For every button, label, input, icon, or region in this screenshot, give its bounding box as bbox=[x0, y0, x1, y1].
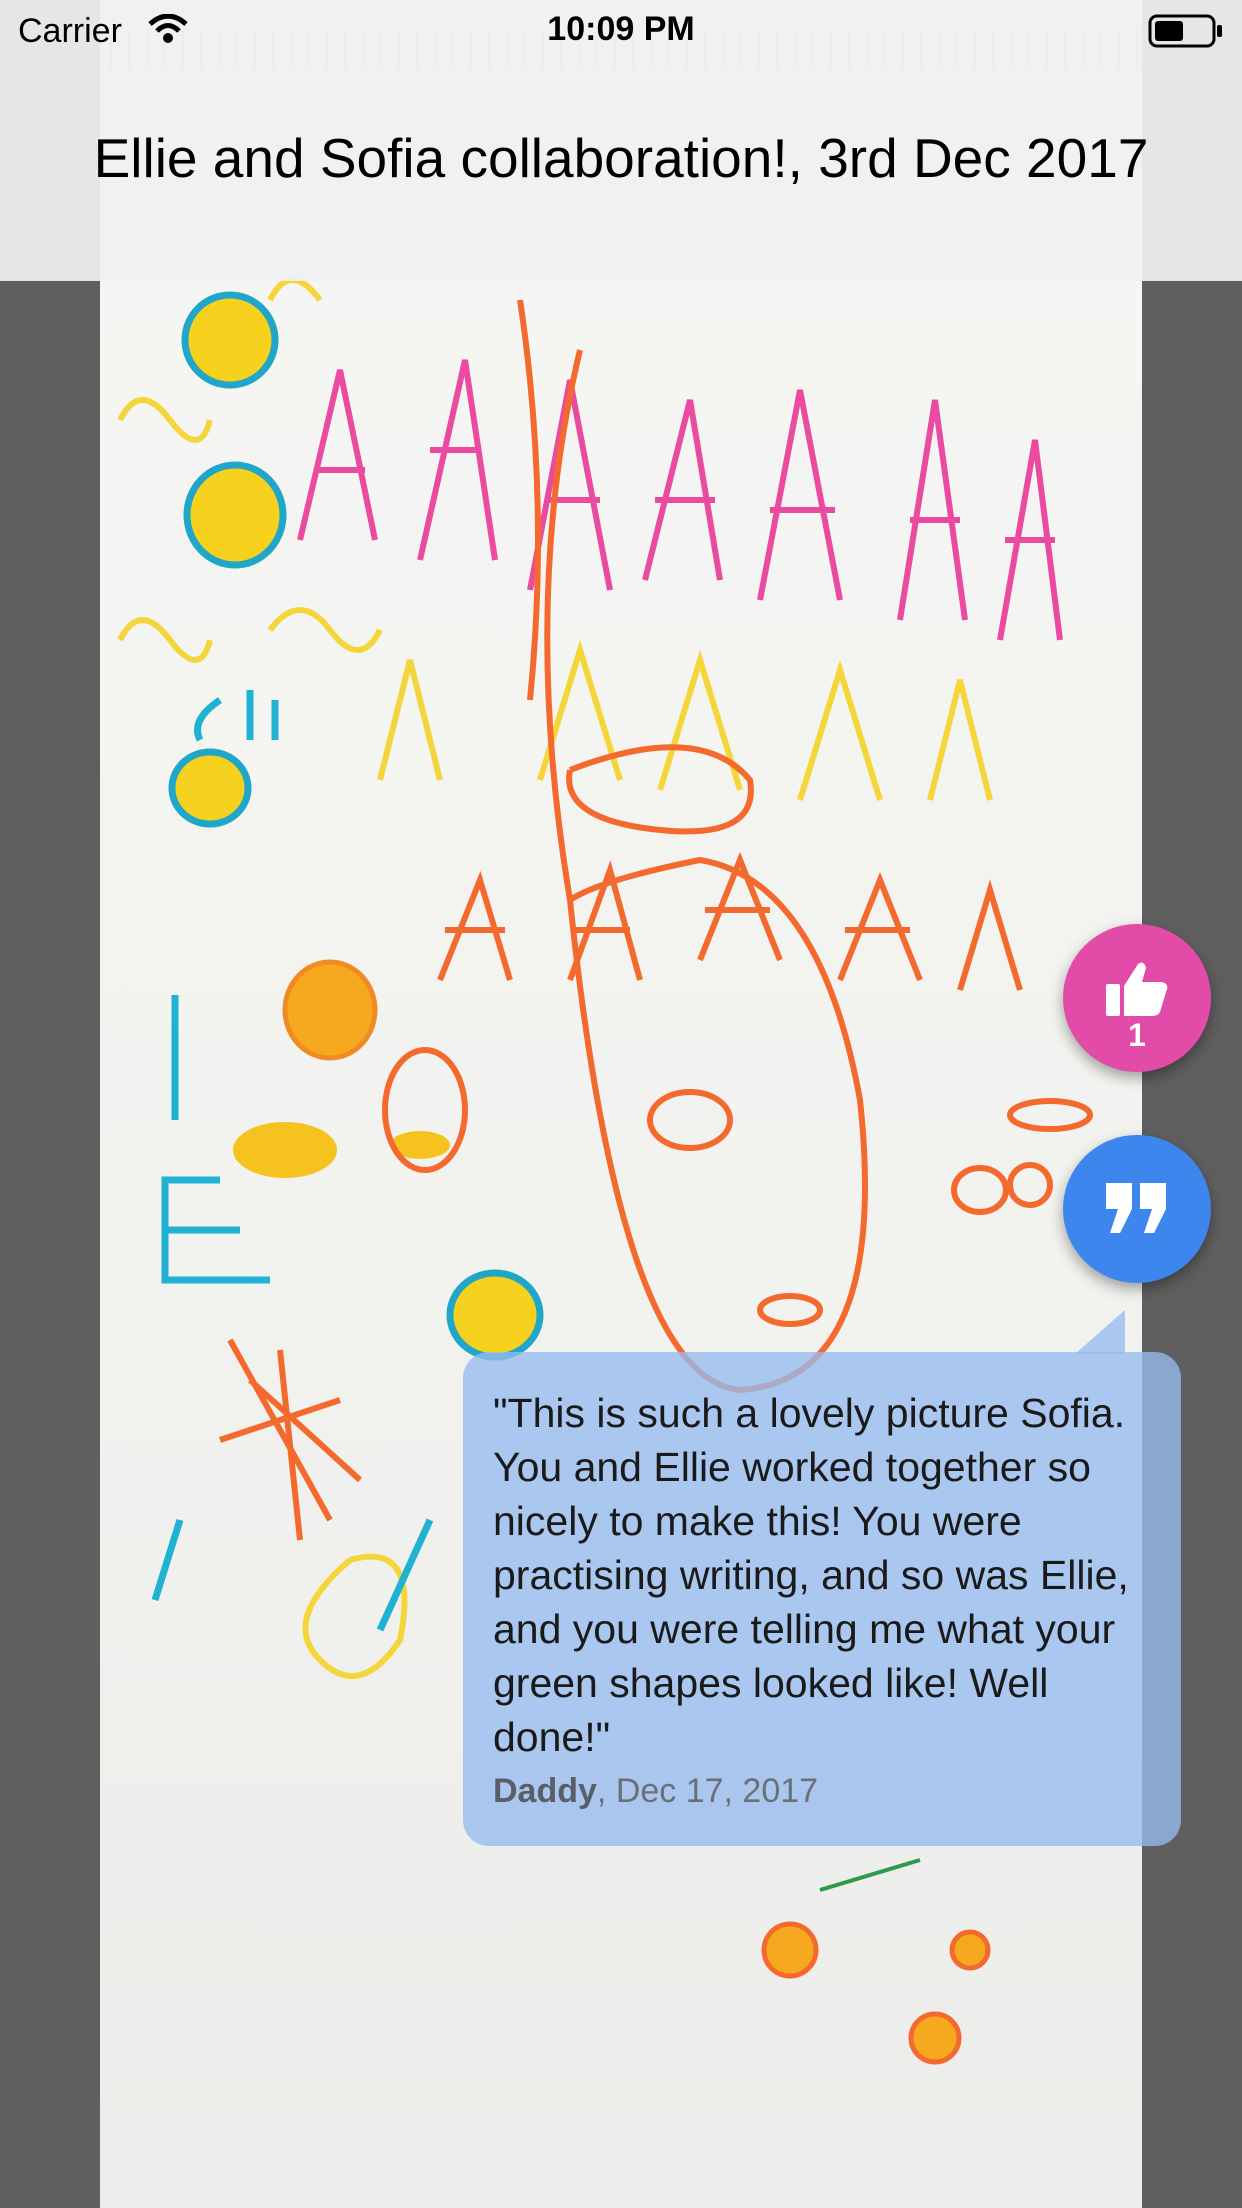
comment-button[interactable] bbox=[1063, 1135, 1211, 1283]
comment-meta: Daddy, Dec 17, 2017 bbox=[493, 1772, 1151, 1811]
artwork-image bbox=[100, 0, 1142, 2208]
status-bar: Carrier 10:09 PM bbox=[0, 0, 1242, 60]
quote-icon bbox=[1102, 1179, 1172, 1240]
battery-icon bbox=[1148, 14, 1224, 57]
header-bar: Carrier 10:09 PM Ellie and Sofia collabo… bbox=[0, 0, 1242, 281]
page-title: Ellie and Sofia collaboration!, 3rd Dec … bbox=[93, 127, 1149, 189]
comment-date: , Dec 17, 2017 bbox=[596, 1772, 819, 1810]
like-button[interactable]: 1 bbox=[1063, 924, 1211, 1072]
comment-text: "This is such a lovely picture Sofia. Yo… bbox=[493, 1390, 1129, 1760]
comment-author: Daddy bbox=[493, 1772, 597, 1810]
drawing-scribbles bbox=[117, 277, 1093, 2065]
like-count: 1 bbox=[1128, 1017, 1146, 1053]
comment-bubble: "This is such a lovely picture Sofia. Yo… bbox=[463, 1352, 1181, 1846]
thumbs-up-icon bbox=[1104, 960, 1170, 1023]
clock-time: 10:09 PM bbox=[547, 10, 695, 48]
comment-bubble-tail bbox=[1075, 1310, 1125, 1354]
